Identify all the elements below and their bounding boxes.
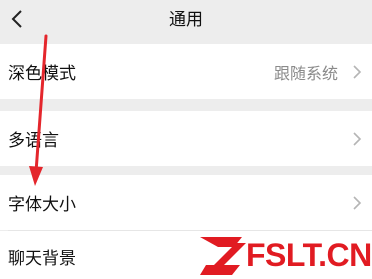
setting-label: 多语言 — [8, 131, 59, 151]
top-bar: 通用 — [0, 0, 372, 44]
setting-label: 聊天背景 — [8, 249, 76, 269]
chevron-right-icon — [353, 131, 362, 146]
setting-row-language[interactable]: 多语言 — [0, 111, 372, 166]
watermark-text: FSLT.CN — [246, 237, 372, 273]
chevron-right-icon — [353, 195, 362, 210]
page-title: 通用 — [169, 10, 203, 30]
setting-label: 字体大小 — [8, 195, 76, 215]
setting-row-font-size[interactable]: 字体大小 — [0, 175, 372, 230]
chevron-right-icon — [353, 64, 362, 79]
setting-row-dark-mode[interactable]: 深色模式 跟随系统 — [0, 44, 372, 99]
setting-value: 跟随系统 — [273, 63, 338, 83]
setting-label: 深色模式 — [8, 64, 76, 84]
